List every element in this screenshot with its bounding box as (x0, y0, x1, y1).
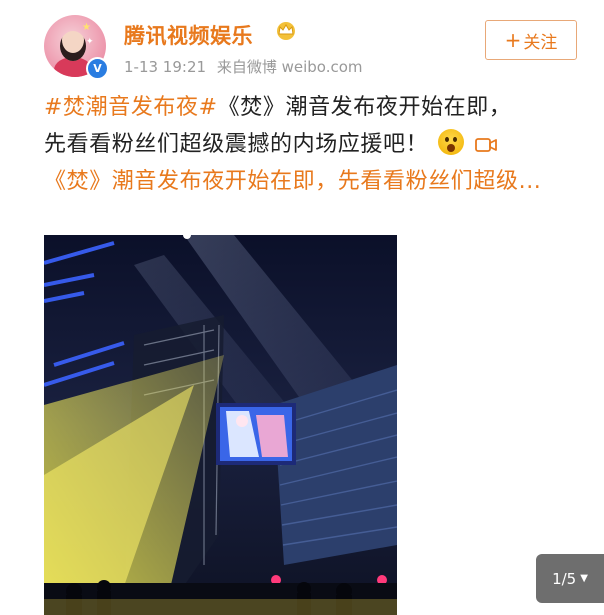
avatar-decoration-star: ★ (82, 22, 91, 33)
caret-down-icon: ▼ (580, 573, 588, 584)
post-meta: 1-13 19:21 来自微博 weibo.com (124, 56, 363, 77)
post-text: #焚潮音发布夜#《焚》潮音发布夜开始在即， 先看看粉丝们超级震撼的内场应援吧！ … (44, 89, 574, 200)
plus-icon: + (504, 28, 522, 52)
verified-badge-icon: V (86, 57, 109, 80)
video-title-link[interactable]: 《焚》潮音发布夜开始在即，先看看粉丝们超级... (44, 169, 541, 194)
post-text-line1: 《焚》潮音发布夜开始在即， (217, 95, 512, 120)
follow-button[interactable]: + 关注 (485, 20, 577, 60)
video-camera-icon[interactable] (475, 136, 498, 154)
image-pager[interactable]: 1/5 ▼ (536, 554, 604, 603)
post-time: 1-13 19:21 (124, 58, 207, 76)
post-photo[interactable] (44, 235, 397, 615)
post-text-line2: 先看看粉丝们超级震撼的内场应援吧！ (44, 132, 429, 157)
concert-venue-image (44, 235, 397, 615)
avatar-decoration-sparkle: ✦ (86, 37, 94, 47)
avatar-figure-face (60, 31, 86, 61)
vip-crown-icon (277, 22, 295, 40)
author-name[interactable]: 腾讯视频娱乐 (124, 20, 253, 50)
weibo-post-card: ★ ✦ V 腾讯视频娱乐 1-13 19:21 来自微博 weibo.com +… (0, 0, 604, 615)
pager-counter: 1/5 (552, 569, 577, 588)
follow-label: 关注 (523, 32, 558, 53)
shocked-face-emoji-icon (437, 129, 464, 155)
post-source[interactable]: 来自微博 weibo.com (217, 58, 363, 76)
hashtag-link[interactable]: #焚潮音发布夜# (44, 95, 218, 120)
